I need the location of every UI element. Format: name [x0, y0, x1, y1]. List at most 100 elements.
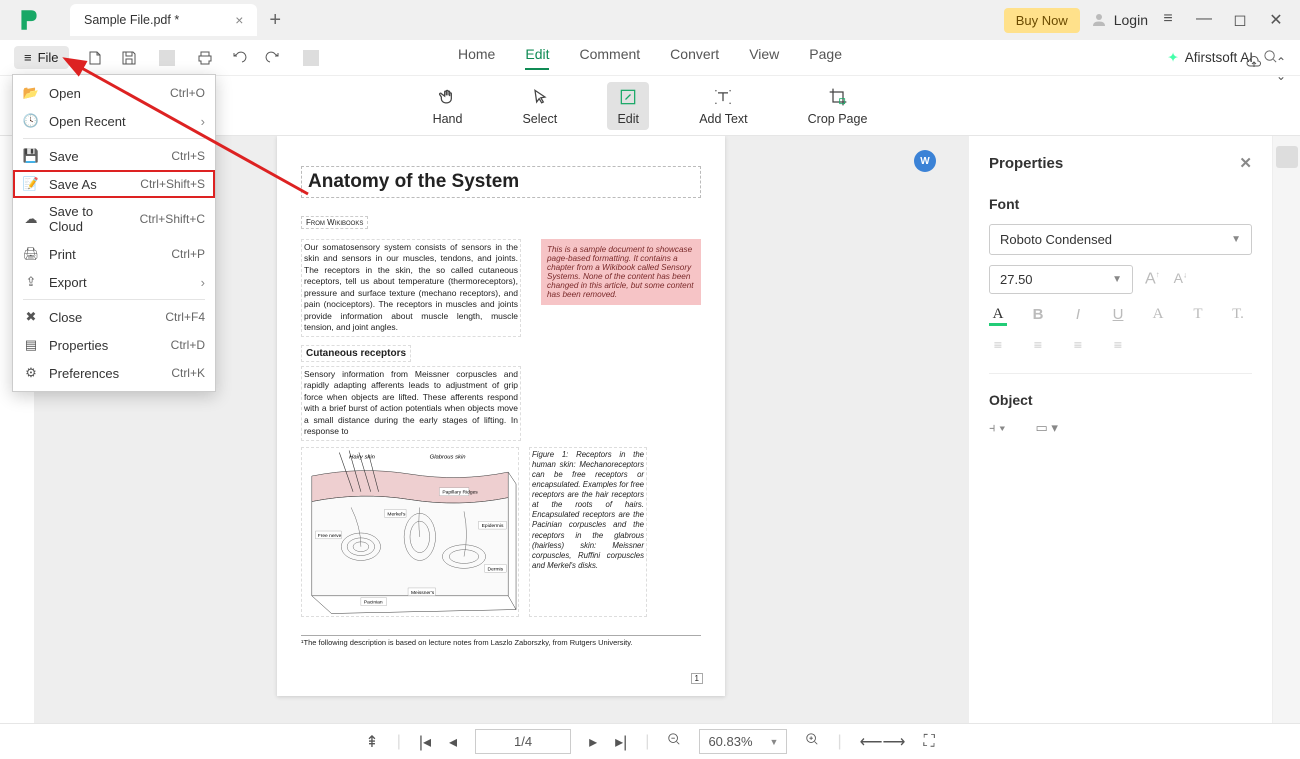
separator: [303, 50, 319, 66]
minimize-icon[interactable]: —: [1196, 10, 1212, 30]
buy-now-button[interactable]: Buy Now: [1004, 8, 1080, 33]
cloud-icon: ☁: [23, 211, 39, 227]
subscript-icon[interactable]: T.: [1229, 306, 1247, 326]
side-tab[interactable]: [1272, 136, 1300, 723]
cloud-upload-icon[interactable]: [1246, 55, 1262, 83]
distribute-objects-dropdown[interactable]: ▭ ▾: [1035, 420, 1057, 436]
undo-icon[interactable]: [231, 50, 247, 66]
font-size-input[interactable]: 27.50 ▼: [989, 265, 1133, 294]
hand-icon: [437, 86, 459, 108]
menu-save-cloud[interactable]: ☁ Save to Cloud Ctrl+Shift+C: [13, 198, 215, 240]
align-objects-dropdown[interactable]: ⫞ ▾: [989, 420, 1005, 436]
scroll-top-icon[interactable]: ⇞: [365, 732, 378, 752]
properties-title: Properties: [989, 155, 1063, 172]
print-icon[interactable]: [197, 50, 213, 66]
edit-tool[interactable]: Edit: [607, 82, 649, 130]
text-t-icon[interactable]: T: [1189, 306, 1207, 326]
menu-page[interactable]: Page: [809, 46, 842, 70]
menu-export[interactable]: ⇪ Export ›: [13, 268, 215, 296]
bold-icon[interactable]: B: [1029, 306, 1047, 326]
menu-close[interactable]: ✖ Close Ctrl+F4: [13, 303, 215, 331]
app-logo: [12, 3, 46, 37]
last-page-icon[interactable]: ▸|: [615, 732, 627, 752]
fit-width-icon[interactable]: ⟵⟶: [860, 732, 906, 752]
subheading[interactable]: Cutaneous receptors: [301, 345, 411, 362]
menu-view[interactable]: View: [749, 46, 779, 70]
prev-page-icon[interactable]: ◂: [449, 732, 457, 752]
menu-open-recent[interactable]: 🕓 Open Recent ›: [13, 107, 215, 135]
file-label: File: [38, 50, 59, 65]
new-tab-button[interactable]: +: [269, 9, 281, 32]
redo-icon[interactable]: [265, 50, 281, 66]
font-family-dropdown[interactable]: Roboto Condensed ▼: [989, 224, 1252, 255]
decrease-size-icon[interactable]: A↓: [1174, 270, 1187, 288]
svg-text:Pacinian: Pacinian: [364, 599, 383, 605]
align-justify-icon[interactable]: ≡: [1109, 338, 1127, 355]
italic-icon[interactable]: I: [1069, 306, 1087, 326]
maximize-icon[interactable]: ◻: [1232, 10, 1248, 30]
align-center-icon[interactable]: ≡: [1029, 338, 1047, 355]
title-bar: Sample File.pdf * × + Buy Now Login ≡ — …: [0, 0, 1300, 40]
doc-source[interactable]: From Wikibooks: [301, 216, 368, 229]
select-tool[interactable]: Select: [512, 82, 567, 130]
hamburger-icon[interactable]: ≡: [1160, 10, 1176, 30]
svg-text:Merkel's: Merkel's: [387, 511, 406, 517]
translate-badge-icon[interactable]: W: [914, 150, 936, 172]
tab-close-icon[interactable]: ×: [235, 12, 243, 28]
menu-convert[interactable]: Convert: [670, 46, 719, 70]
add-text-tool[interactable]: Add Text: [689, 82, 757, 130]
menu-save-as[interactable]: 📝 Save As Ctrl+Shift+S: [13, 170, 215, 198]
align-left-icon[interactable]: ≡: [989, 338, 1007, 355]
svg-text:Epidermis: Epidermis: [482, 523, 504, 529]
figure-skin-diagram[interactable]: Hairy skin Glabrous skin: [301, 447, 519, 617]
svg-text:Papillary Ridges: Papillary Ridges: [442, 489, 478, 495]
main-menu: Home Edit Comment Convert View Page: [458, 46, 842, 70]
increase-size-icon[interactable]: A↑: [1145, 270, 1160, 288]
page-indicator-input[interactable]: 1/4: [475, 729, 571, 754]
login-button[interactable]: Login: [1090, 11, 1148, 29]
save-icon[interactable]: [121, 50, 137, 66]
font-value: Roboto Condensed: [1000, 232, 1112, 247]
open-file-icon[interactable]: [87, 50, 103, 66]
underline-icon[interactable]: U: [1109, 306, 1127, 326]
ai-assistant-button[interactable]: ✦ Afirstsoft AI: [1167, 50, 1253, 66]
crop-tool[interactable]: Crop Page: [798, 82, 878, 130]
panel-toggle-icon[interactable]: [1276, 146, 1298, 168]
paragraph-1[interactable]: Our somatosensory system consists of sen…: [301, 239, 521, 337]
properties-panel: Properties ✕ Font Roboto Condensed ▼ 27.…: [968, 136, 1272, 723]
paragraph-2[interactable]: Sensory information from Meissner corpus…: [301, 366, 521, 441]
zoom-level-dropdown[interactable]: 60.83% ▼: [699, 729, 787, 754]
menu-preferences[interactable]: ⚙ Preferences Ctrl+K: [13, 359, 215, 387]
svg-text:Dermis: Dermis: [488, 566, 504, 572]
zoom-out-icon[interactable]: [667, 732, 681, 751]
menu-comment[interactable]: Comment: [579, 46, 640, 70]
document-tab[interactable]: Sample File.pdf * ×: [70, 4, 257, 36]
menu-save[interactable]: 💾 Save Ctrl+S: [13, 142, 215, 170]
save-as-icon: 📝: [23, 176, 39, 192]
zoom-in-icon[interactable]: [805, 732, 819, 751]
menu-properties[interactable]: ▤ Properties Ctrl+D: [13, 331, 215, 359]
close-panel-icon[interactable]: ✕: [1239, 154, 1252, 172]
first-page-icon[interactable]: |◂: [419, 732, 431, 752]
menu-print[interactable]: 🖨 Print Ctrl+P: [13, 240, 215, 268]
zoom-value: 60.83%: [708, 734, 752, 749]
menu-open[interactable]: 📂 Open Ctrl+O: [13, 79, 215, 107]
letter-a-icon[interactable]: A: [1149, 306, 1167, 326]
chevron-down-icon: ▼: [1112, 274, 1122, 285]
fit-page-icon[interactable]: ⛶: [923, 733, 934, 751]
menu-edit[interactable]: Edit: [525, 46, 549, 70]
footnote[interactable]: ¹The following description is based on l…: [301, 635, 701, 647]
align-right-icon[interactable]: ≡: [1069, 338, 1087, 355]
doc-title[interactable]: Anatomy of the System: [301, 166, 701, 198]
next-page-icon[interactable]: ▸: [589, 732, 597, 752]
menu-home[interactable]: Home: [458, 46, 495, 70]
figure-caption[interactable]: Figure 1: Receptors in the human skin: M…: [529, 447, 647, 617]
close-window-icon[interactable]: ✕: [1268, 10, 1284, 30]
collapse-icon[interactable]: ⌃⌄: [1276, 55, 1286, 83]
sample-note-box[interactable]: This is a sample document to showcase pa…: [541, 239, 701, 305]
file-menu-button[interactable]: ≡ File: [14, 46, 69, 69]
hand-tool[interactable]: Hand: [423, 82, 473, 130]
file-dropdown-menu: 📂 Open Ctrl+O 🕓 Open Recent › 💾 Save Ctr…: [12, 74, 216, 392]
font-color-icon[interactable]: A: [989, 306, 1007, 326]
chevron-right-icon: ›: [201, 275, 205, 290]
